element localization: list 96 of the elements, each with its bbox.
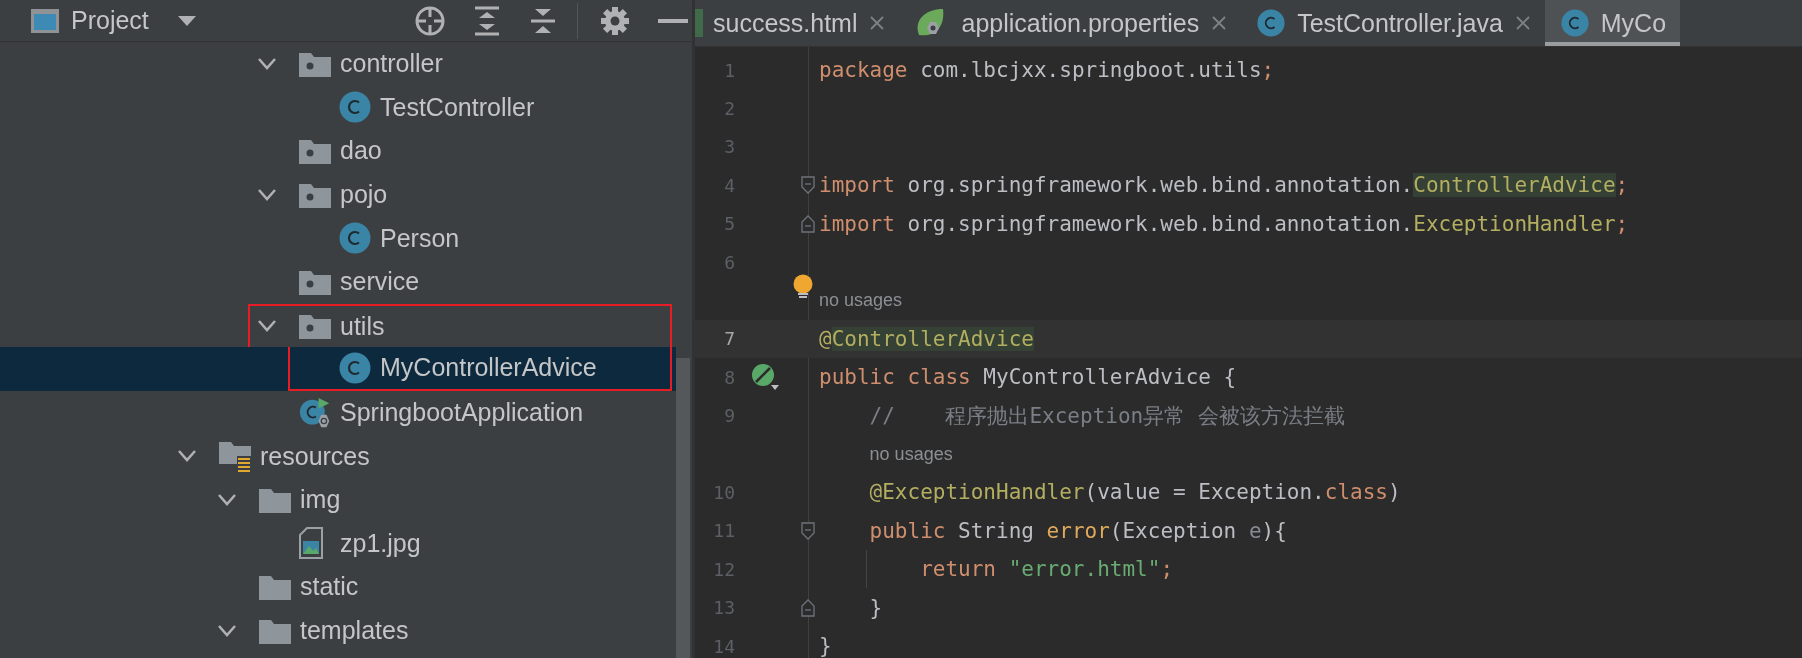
tree-row[interactable]: zp1.jpg (0, 521, 676, 566)
line-number: 9 (723, 405, 735, 427)
chevron-down-icon[interactable] (217, 623, 237, 638)
scrollbar[interactable] (676, 358, 690, 658)
class-icon (339, 351, 371, 384)
locate-icon[interactable] (414, 4, 446, 37)
chevron-down-icon[interactable] (177, 449, 197, 464)
close-icon[interactable] (1211, 15, 1228, 31)
fold-icon[interactable] (801, 176, 815, 195)
folder-icon (259, 573, 291, 600)
tree-item-label: service (340, 267, 420, 297)
tree-row[interactable]: controller (0, 42, 676, 86)
line-number: 10 (712, 482, 735, 503)
code-line: // 程序抛出Exception异常 会被该方法拦截 (868, 402, 1345, 430)
bean-icon[interactable] (750, 363, 781, 392)
tree-item-label: img (300, 485, 341, 515)
tree-item-label: pojo (340, 180, 388, 210)
tree-item-label: dao (340, 136, 382, 166)
usages-hint[interactable]: no usages (819, 290, 903, 312)
tree-row[interactable]: pojo (0, 172, 676, 217)
class-icon (1257, 9, 1286, 37)
tree-row[interactable]: SpringbootApplication (0, 390, 676, 435)
chevron-down-icon[interactable] (217, 492, 237, 507)
fold-end-icon[interactable] (801, 214, 815, 233)
package-folder-icon (299, 313, 331, 340)
tree-item-label: Person (380, 223, 460, 253)
image-file-icon (299, 527, 323, 560)
expand-all-icon[interactable] (473, 4, 501, 37)
package-folder-icon (299, 181, 331, 208)
package-folder-icon (299, 268, 331, 295)
class-icon (1560, 9, 1589, 37)
code-line: public String error(Exception e){ (868, 518, 1287, 543)
panel-title[interactable]: Project (71, 6, 149, 35)
folder-icon (259, 486, 291, 513)
line-number: 4 (723, 174, 735, 196)
tree-item-label: controller (340, 49, 443, 79)
line-number: 7 (723, 328, 735, 350)
code-line: return "error.html"; (919, 557, 1174, 582)
tree-row[interactable]: resources (0, 434, 676, 478)
chevron-down-icon[interactable] (257, 319, 277, 334)
fold-end-icon[interactable] (801, 598, 815, 617)
tree-row[interactable]: img (0, 477, 676, 522)
editor-tab[interactable]: MyCo (1544, 0, 1681, 46)
project-window-icon (30, 7, 60, 34)
usages-hint[interactable]: no usages (869, 443, 953, 465)
close-icon[interactable] (869, 15, 886, 31)
tree-item-label: utils (340, 311, 385, 341)
editor-tab[interactable]: application.properties (899, 0, 1242, 46)
line-number: 6 (723, 251, 735, 273)
package-folder-icon (299, 50, 331, 77)
line-number: 1 (723, 59, 735, 81)
folder-icon (259, 617, 291, 644)
code-line: package com.lbcjxx.springboot.utils; (819, 58, 1275, 83)
line-number: 11 (712, 520, 735, 542)
line-number: 3 (723, 136, 735, 158)
editor-tab[interactable]: TestController.java (1241, 0, 1545, 46)
class-icon (339, 91, 371, 124)
lightbulb-icon[interactable] (793, 274, 813, 301)
settings-icon[interactable] (600, 5, 630, 36)
tree-row[interactable]: Person (0, 216, 676, 260)
tree-row[interactable]: MyControllerAdvice (0, 347, 676, 391)
tree-item-label: MyControllerAdvice (380, 353, 597, 383)
fold-icon[interactable] (801, 521, 815, 540)
line-number: 5 (723, 213, 735, 235)
tree-item-label: static (300, 572, 359, 602)
minimize-icon[interactable] (658, 17, 688, 24)
line-number: 13 (712, 597, 735, 619)
code-line: import org.springframework.web.bind.annotation.ControllerAdvice; (819, 173, 1629, 198)
code-line: @ControllerAdvice (819, 326, 1034, 351)
code-line: } (819, 634, 832, 658)
tree-row[interactable]: static (0, 565, 676, 609)
editor-tab[interactable]: success.html (695, 0, 900, 46)
tree-row[interactable]: dao (0, 129, 676, 173)
tree-item-label: templates (300, 616, 409, 645)
package-folder-icon (299, 138, 331, 164)
tree-row[interactable]: TestController (0, 85, 676, 130)
tree-row[interactable]: service (0, 259, 676, 304)
tree-item-label: resources (260, 441, 370, 471)
class-icon (339, 222, 371, 255)
resources-folder-icon (219, 440, 251, 473)
line-number: 12 (712, 558, 735, 580)
code-line: @ExceptionHandler(value = Exception.class) (868, 480, 1401, 505)
close-icon[interactable] (1514, 15, 1531, 31)
tree-row[interactable]: templates (0, 608, 676, 653)
tree-item-label: TestController (380, 92, 535, 122)
dropdown-icon[interactable] (176, 14, 197, 27)
code-line: public class MyControllerAdvice { (819, 365, 1237, 390)
line-number: 14 (712, 635, 735, 657)
chevron-down-icon[interactable] (257, 56, 277, 71)
code-line: import org.springframework.web.bind.annotation.ExceptionHandler; (819, 211, 1629, 236)
tree-item-label: SpringbootApplication (340, 398, 584, 428)
code-line: } (868, 595, 883, 620)
line-number: 2 (723, 98, 735, 120)
chevron-down-icon[interactable] (257, 187, 277, 202)
line-number: 8 (723, 366, 735, 388)
tree-item-label: zp1.jpg (340, 528, 421, 558)
